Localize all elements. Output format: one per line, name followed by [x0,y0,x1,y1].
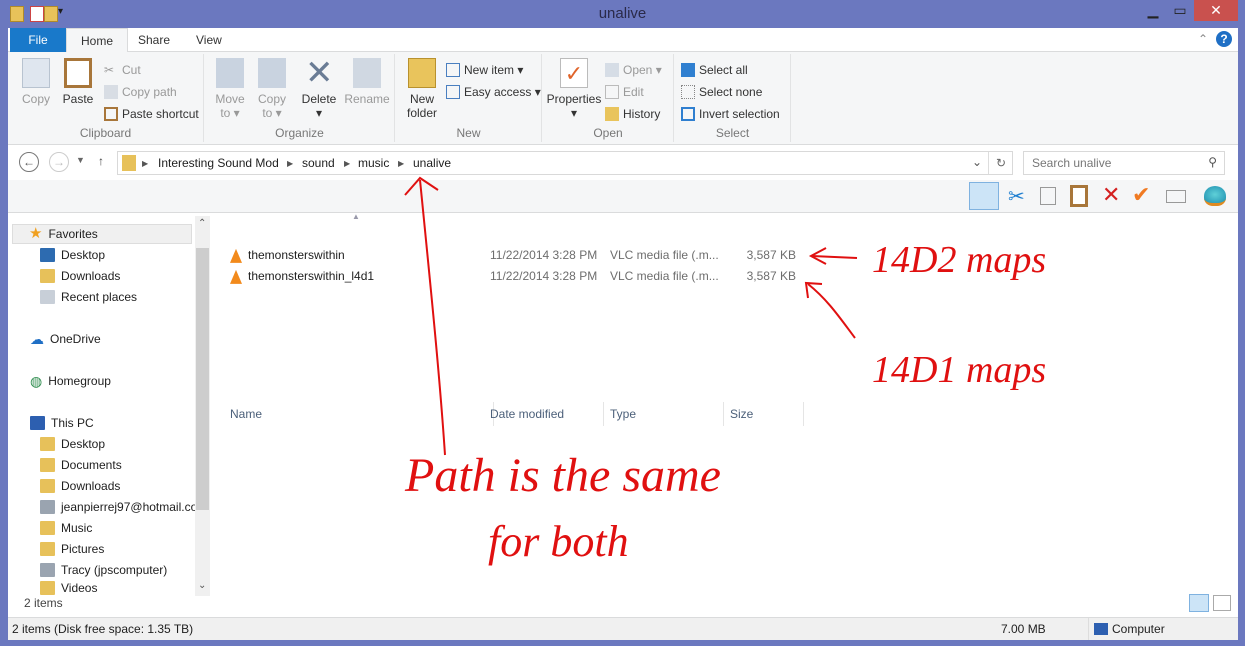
annotation-for-both: for both [488,517,629,566]
annotation-14d1: 14D1 maps [872,349,1047,391]
arrow-to-path [419,179,446,456]
annotation-14d2: 14D2 maps [872,239,1047,281]
arrow-to-file1 [811,255,858,259]
arrow-to-file2 [807,283,856,339]
annotation-path-same: Path is the same [405,449,721,502]
